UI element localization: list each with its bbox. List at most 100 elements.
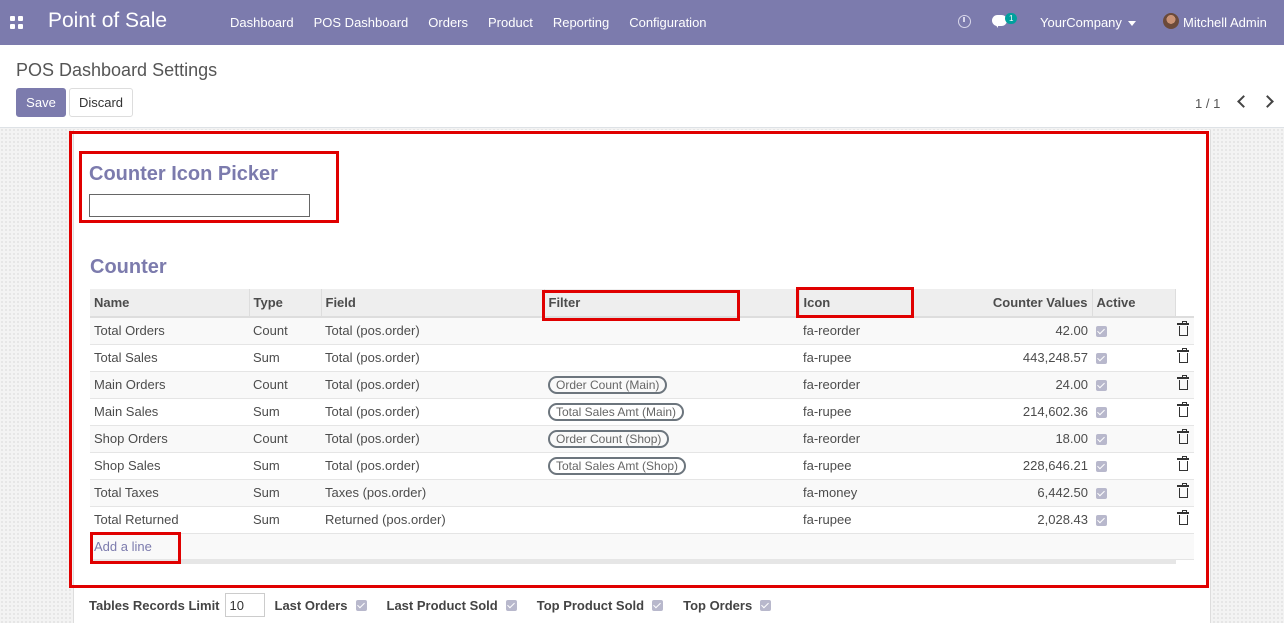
active-checkbox[interactable] xyxy=(1096,434,1107,446)
cell-counter-value: 42.00 xyxy=(913,317,1092,345)
column-header-icon[interactable]: Icon xyxy=(799,289,914,318)
filter-tag[interactable]: Total Sales Amt (Shop) xyxy=(548,456,687,475)
tables-records-limit-label: Tables Records Limit xyxy=(89,597,220,613)
cell-active xyxy=(1092,317,1175,345)
trash-icon[interactable] xyxy=(1177,483,1189,498)
top-product-sold-label: Top Product Sold xyxy=(536,597,645,613)
icon-picker-title: Counter Icon Picker xyxy=(89,163,278,185)
table-row[interactable]: Total Taxes Sum Taxes (pos.order) fa-mon… xyxy=(90,479,1194,507)
active-checkbox[interactable] xyxy=(1096,407,1107,419)
cell-active xyxy=(1092,506,1175,534)
last-orders-label: Last Orders xyxy=(274,597,348,613)
trash-icon[interactable] xyxy=(1177,402,1189,417)
menu-product[interactable]: Product xyxy=(478,0,543,45)
add-line-cell: Add a line xyxy=(90,533,1194,560)
cell-filter xyxy=(544,506,799,534)
table-row[interactable]: Total Orders Count Total (pos.order) fa-… xyxy=(90,317,1194,345)
cell-delete xyxy=(1175,479,1194,507)
trash-icon[interactable] xyxy=(1177,510,1189,525)
column-header-filter[interactable]: Filter xyxy=(544,289,800,318)
cell-type: Count xyxy=(249,317,321,345)
company-name: YourCompany xyxy=(1040,15,1122,30)
cell-delete xyxy=(1175,371,1194,399)
cell-delete xyxy=(1175,398,1194,426)
top-product-sold-checkbox[interactable] xyxy=(652,599,664,611)
table-row[interactable]: Main Orders Count Total (pos.order) Orde… xyxy=(90,371,1194,399)
cell-icon: fa-rupee xyxy=(799,344,913,372)
trash-icon[interactable] xyxy=(1177,375,1189,390)
cell-filter: Total Sales Amt (Shop) xyxy=(544,452,799,480)
cell-icon: fa-reorder xyxy=(799,317,913,345)
filter-tag[interactable]: Order Count (Shop) xyxy=(548,429,670,448)
table-row[interactable]: Shop Sales Sum Total (pos.order) Total S… xyxy=(90,452,1194,480)
menu-configuration[interactable]: Configuration xyxy=(619,0,716,45)
chevron-left-icon[interactable] xyxy=(1237,95,1250,108)
cell-delete xyxy=(1175,317,1194,345)
menu-pos-dashboard[interactable]: POS Dashboard xyxy=(304,0,419,45)
trash-icon[interactable] xyxy=(1177,429,1189,444)
trash-icon[interactable] xyxy=(1177,456,1189,471)
table-row[interactable]: Total Sales Sum Total (pos.order) fa-rup… xyxy=(90,344,1194,372)
top-orders-checkbox[interactable] xyxy=(760,599,772,611)
table-row[interactable]: Total Returned Sum Returned (pos.order) … xyxy=(90,506,1194,534)
cell-name: Main Sales xyxy=(90,398,249,426)
column-header-type[interactable]: Type xyxy=(249,289,322,318)
active-checkbox[interactable] xyxy=(1096,461,1107,473)
cell-field: Total (pos.order) xyxy=(321,371,544,399)
cell-active xyxy=(1092,425,1175,453)
counter-table: Name Type Field Filter Icon Counter Valu… xyxy=(90,289,1194,560)
table-row[interactable]: Shop Orders Count Total (pos.order) Orde… xyxy=(90,425,1194,453)
cell-icon: fa-reorder xyxy=(799,425,913,453)
cell-filter: Order Count (Shop) xyxy=(544,425,799,453)
company-switcher[interactable]: YourCompany xyxy=(1040,0,1136,45)
column-header-name[interactable]: Name xyxy=(90,289,250,318)
last-product-sold-checkbox[interactable] xyxy=(505,599,517,611)
cell-type: Count xyxy=(249,425,321,453)
icon-picker-input[interactable] xyxy=(89,194,310,217)
trash-icon[interactable] xyxy=(1177,348,1189,363)
app-brand[interactable]: Point of Sale xyxy=(48,9,167,33)
trash-icon[interactable] xyxy=(1177,321,1189,337)
cell-name: Main Orders xyxy=(90,371,249,399)
user-menu[interactable]: Mitchell Admin xyxy=(1183,0,1267,45)
discard-button[interactable]: Discard xyxy=(69,88,133,117)
active-checkbox[interactable] xyxy=(1096,515,1107,527)
user-avatar[interactable] xyxy=(1163,13,1179,29)
cell-name: Total Returned xyxy=(90,506,249,534)
chevron-right-icon[interactable] xyxy=(1261,95,1274,108)
column-header-counter-values[interactable]: Counter Values xyxy=(913,289,1093,318)
column-header-field[interactable]: Field xyxy=(321,289,545,318)
cell-icon: fa-rupee xyxy=(799,452,913,480)
save-button[interactable]: Save xyxy=(16,88,66,117)
apps-menu-icon[interactable] xyxy=(10,16,23,29)
column-header-active[interactable]: Active xyxy=(1092,289,1176,318)
pager-value[interactable]: 1 / 1 xyxy=(1195,96,1220,111)
table-row[interactable]: Main Sales Sum Total (pos.order) Total S… xyxy=(90,398,1194,426)
menu-orders[interactable]: Orders xyxy=(418,0,478,45)
menu-dashboard[interactable]: Dashboard xyxy=(220,0,304,45)
cell-name: Total Sales xyxy=(90,344,249,372)
active-checkbox[interactable] xyxy=(1096,488,1107,500)
active-checkbox[interactable] xyxy=(1096,380,1107,392)
cell-active xyxy=(1092,398,1175,426)
counter-title: Counter xyxy=(90,256,167,278)
cell-counter-value: 24.00 xyxy=(913,371,1092,399)
active-checkbox[interactable] xyxy=(1096,326,1107,338)
filter-tag[interactable]: Order Count (Main) xyxy=(548,375,668,394)
menu-reporting[interactable]: Reporting xyxy=(543,0,619,45)
cell-counter-value: 214,602.36 xyxy=(913,398,1092,426)
tables-records-limit-input[interactable] xyxy=(224,593,265,617)
filter-tag[interactable]: Total Sales Amt (Main) xyxy=(548,402,685,421)
cell-name: Shop Orders xyxy=(90,425,249,453)
last-orders-checkbox[interactable] xyxy=(355,599,367,611)
control-panel: POS Dashboard Settings Save Discard 1 / … xyxy=(0,45,1284,128)
add-line-link[interactable]: Add a line xyxy=(94,539,152,554)
cell-filter: Order Count (Main) xyxy=(544,371,799,399)
table-scrollbar[interactable] xyxy=(90,559,1176,564)
cell-counter-value: 6,442.50 xyxy=(913,479,1092,507)
cell-field: Total (pos.order) xyxy=(321,398,544,426)
cell-active xyxy=(1092,371,1175,399)
cell-name: Total Taxes xyxy=(90,479,249,507)
activity-clock-icon[interactable] xyxy=(958,15,971,28)
active-checkbox[interactable] xyxy=(1096,353,1107,365)
